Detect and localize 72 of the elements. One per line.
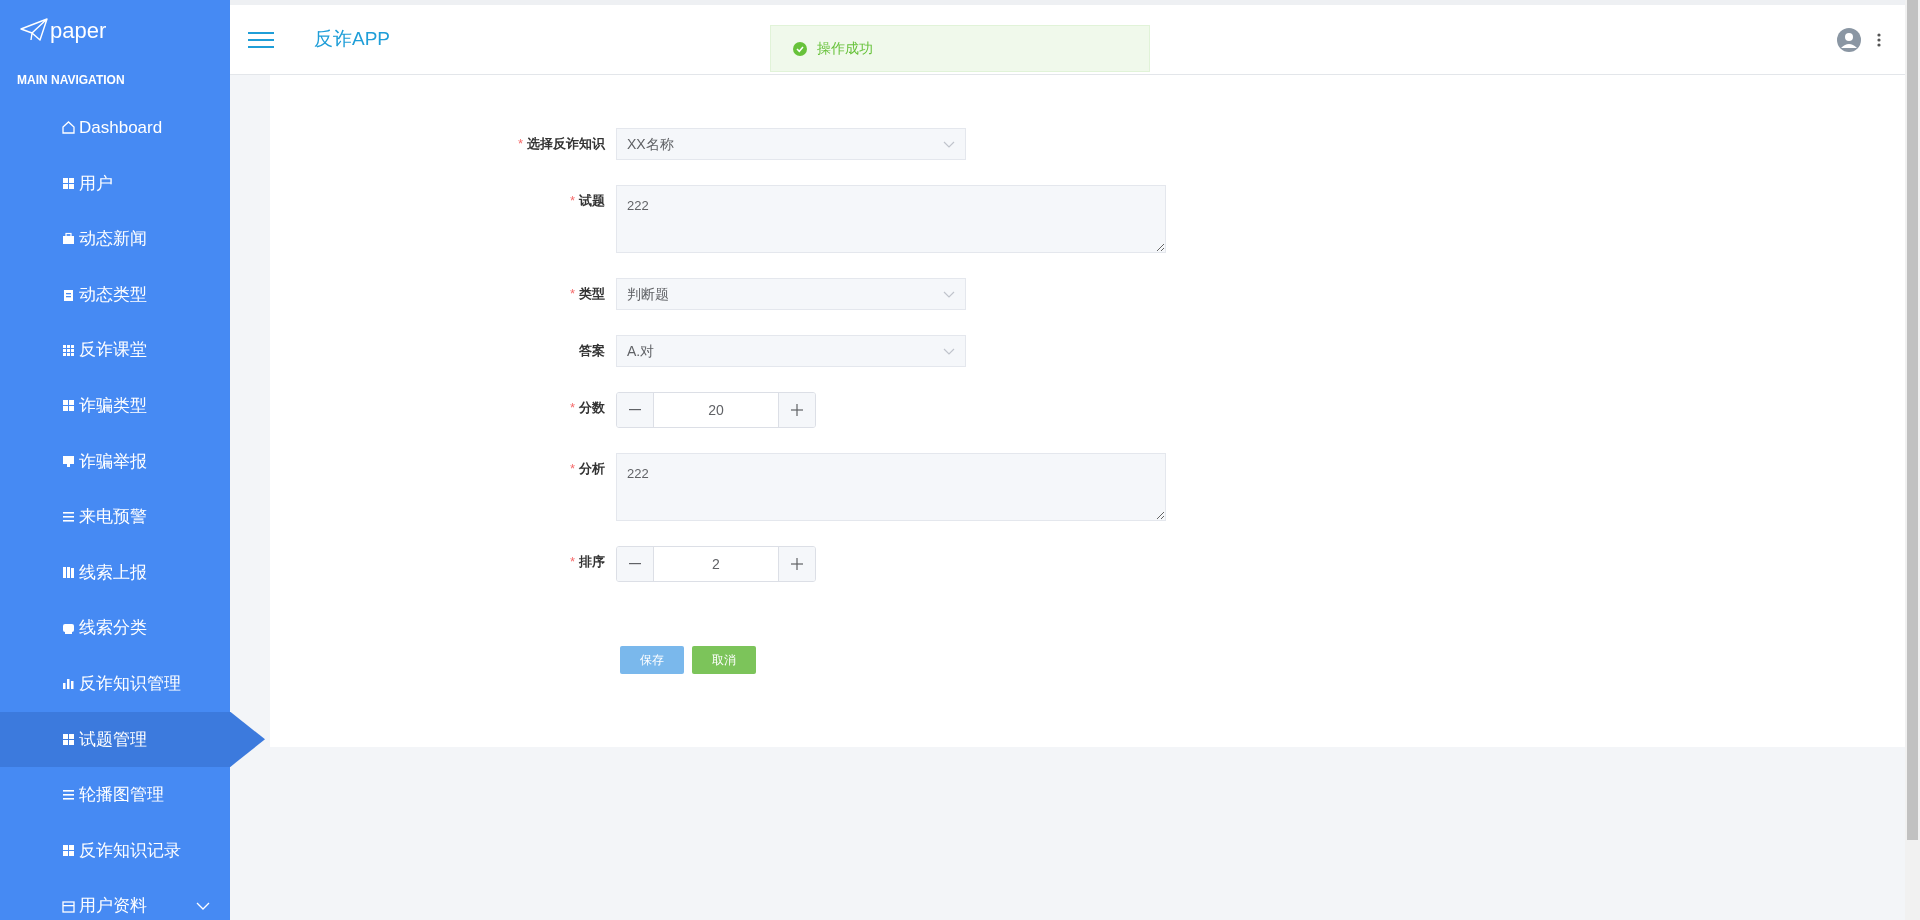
sidebar-item[interactable]: 线索上报: [0, 544, 230, 601]
sidebar-item[interactable]: 反诈知识记录: [0, 822, 230, 879]
sidebar-item[interactable]: 动态新闻: [0, 211, 230, 267]
field-label: 类型: [579, 286, 605, 301]
grid-icon: [62, 732, 75, 746]
required-mark: *: [569, 193, 575, 208]
sidebar-item[interactable]: 试题管理: [0, 711, 265, 768]
cancel-button[interactable]: 取消: [692, 646, 756, 674]
sidebar-item[interactable]: 来电预警: [0, 489, 230, 545]
card-icon: [62, 899, 75, 913]
grid-icon: [62, 343, 75, 357]
field-label: 分析: [579, 461, 605, 476]
list-icon: [62, 510, 75, 524]
required-mark: *: [569, 286, 575, 301]
minus-icon: [629, 409, 641, 411]
sidebar-item[interactable]: 轮播图管理: [0, 767, 230, 823]
required-mark: *: [517, 136, 523, 151]
plus-icon: [791, 404, 803, 416]
sidebar-item[interactable]: 用户资料: [0, 878, 230, 920]
sidebar-item[interactable]: 反诈知识管理: [0, 655, 230, 712]
text-area[interactable]: 222: [616, 453, 1166, 521]
required-mark: *: [569, 400, 575, 415]
book-icon: [62, 566, 75, 580]
chevron-down-icon: [943, 347, 955, 355]
sidebar-item[interactable]: Dashboard: [0, 100, 230, 156]
briefcase-icon: [62, 232, 75, 246]
toast-message: 操作成功: [817, 39, 873, 58]
select-field[interactable]: A.对: [616, 335, 966, 367]
app-title: 反诈APP: [314, 27, 391, 52]
number-field[interactable]: 20: [616, 392, 816, 428]
logo-text: paper: [50, 16, 107, 45]
chevron-down-icon: [196, 902, 210, 911]
check-icon: [793, 41, 807, 56]
home-icon: [62, 121, 75, 135]
select-field[interactable]: 判断题: [616, 278, 966, 310]
chevron-down-icon: [943, 290, 955, 298]
minus-icon: [629, 563, 641, 565]
select-field[interactable]: XX名称: [616, 128, 966, 160]
increment-button[interactable]: [779, 393, 815, 427]
grid-icon: [62, 176, 75, 190]
more-button[interactable]: [1877, 32, 1881, 47]
clipboard-icon: [62, 288, 75, 302]
avatar-icon: [1837, 27, 1861, 52]
number-field[interactable]: 2: [616, 546, 816, 582]
sidebar-item[interactable]: 诈骗举报: [0, 433, 230, 490]
plus-icon: [791, 558, 803, 570]
monitor-icon: [62, 454, 75, 468]
save-button[interactable]: 保存: [620, 646, 684, 674]
field-label: 答案: [579, 343, 605, 358]
increment-button[interactable]: [779, 547, 815, 581]
required-mark: *: [569, 461, 575, 476]
bar-chart-icon: [62, 677, 75, 691]
field-label: 排序: [579, 554, 605, 569]
sidebar-item[interactable]: 诈骗类型: [0, 377, 230, 434]
paper-plane-icon: [20, 18, 48, 42]
grid-icon: [62, 844, 75, 857]
scrollbar[interactable]: [1905, 0, 1920, 920]
field-label: 选择反诈知识: [527, 136, 605, 151]
grid-icon: [62, 399, 75, 413]
inbox-icon: [62, 621, 75, 635]
sidebar-item[interactable]: 线索分类: [0, 600, 230, 656]
required-mark: *: [569, 554, 575, 569]
section-title: MAIN NAVIGATION: [16, 72, 126, 89]
list-icon: [62, 788, 75, 802]
menu-button[interactable]: [248, 30, 274, 49]
sidebar-item[interactable]: 用户: [0, 155, 230, 212]
text-area[interactable]: 222: [616, 185, 1166, 253]
field-label: 试题: [579, 193, 605, 208]
field-label: 分数: [579, 400, 605, 415]
chevron-down-icon: [943, 140, 955, 148]
sidebar-item[interactable]: 反诈课堂: [0, 322, 230, 378]
sidebar-item[interactable]: 动态类型: [0, 266, 230, 323]
